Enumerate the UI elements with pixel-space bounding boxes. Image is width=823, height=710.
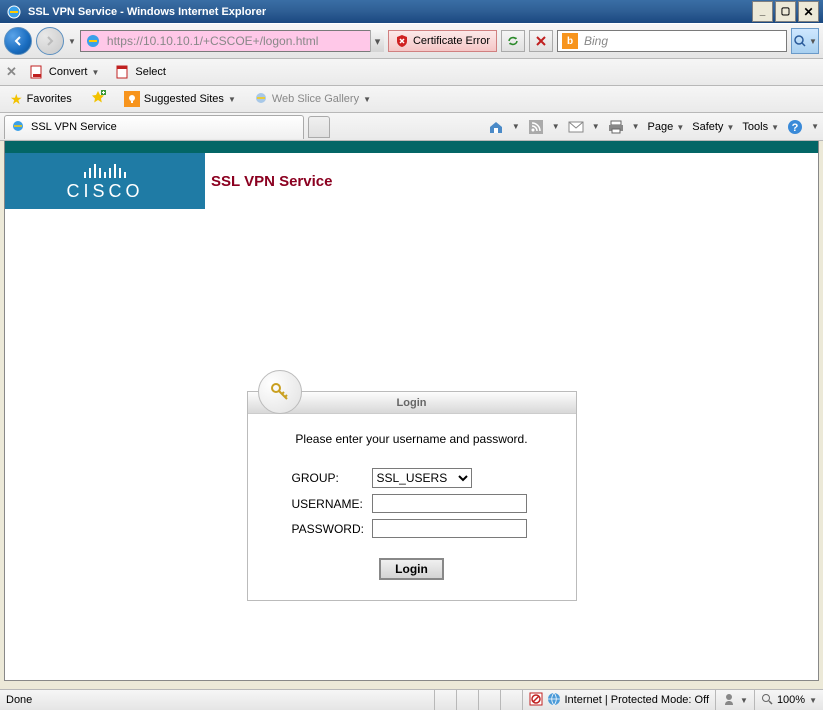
minimize-button[interactable]: _ (752, 1, 773, 22)
favorites-bar: ★ Favorites Suggested Sites ▼ Web Slice … (0, 86, 823, 113)
login-message: Please enter your username and password. (262, 432, 562, 446)
zoom-label: 100% (777, 694, 805, 706)
pdf-select-icon (115, 64, 131, 80)
zoom-segment[interactable]: 100% ▼ (754, 690, 823, 710)
cisco-wordmark: CISCO (66, 181, 143, 202)
status-segment (434, 690, 456, 710)
add-star-icon (90, 90, 106, 109)
site-icon (85, 33, 101, 49)
address-bar: ▾ (80, 30, 384, 52)
mail-icon[interactable] (568, 119, 584, 135)
zone-label: Internet | Protected Mode: Off (565, 694, 710, 706)
address-dropdown[interactable]: ▾ (370, 30, 384, 52)
web-slice-button[interactable]: Web Slice Gallery ▼ (250, 89, 375, 110)
status-bar: Done Internet | Protected Mode: Off ▼ 10… (0, 689, 823, 710)
page-header: CISCO SSL VPN Service (5, 153, 818, 209)
stop-button[interactable] (529, 30, 553, 52)
tab-bar: SSL VPN Service ▼ ▼ ▼ ▼ Page ▼ Safety ▼ … (0, 113, 823, 141)
safety-menu[interactable]: Safety ▼ (692, 121, 734, 133)
command-bar: ▼ ▼ ▼ ▼ Page ▼ Safety ▼ Tools ▼ ? ▼ (488, 119, 819, 135)
page-content: CISCO SSL VPN Service Login Please enter… (4, 141, 819, 681)
lightbulb-icon (124, 91, 140, 107)
zone-segment[interactable]: Internet | Protected Mode: Off (522, 690, 716, 710)
login-button[interactable]: Login (379, 558, 444, 580)
search-button[interactable]: ▼ (791, 28, 819, 54)
shield-icon (395, 34, 409, 48)
browser-tab[interactable]: SSL VPN Service (4, 115, 304, 139)
ie-icon (6, 4, 22, 20)
maximize-button[interactable]: ▢ (775, 1, 796, 22)
forward-button[interactable] (36, 27, 64, 55)
status-text: Done (0, 694, 434, 706)
star-icon: ★ (10, 91, 23, 108)
feeds-dropdown[interactable]: ▼ (552, 122, 560, 131)
feeds-icon[interactable] (528, 119, 544, 135)
refresh-button[interactable] (501, 30, 525, 52)
web-slice-label: Web Slice Gallery (272, 93, 359, 105)
keys-icon (258, 370, 302, 414)
globe-icon (547, 692, 561, 709)
help-dropdown[interactable]: ▼ (811, 122, 819, 131)
group-label: GROUP: (292, 471, 372, 485)
tab-site-icon (11, 119, 25, 136)
favorites-button[interactable]: ★ Favorites (6, 89, 76, 110)
privacy-segment[interactable]: ▼ (715, 690, 754, 710)
status-segment (456, 690, 478, 710)
status-segment (500, 690, 522, 710)
bing-icon: b (562, 33, 578, 49)
pdf-convert-icon (29, 64, 45, 80)
nav-history-dropdown[interactable]: ▼ (68, 37, 76, 46)
login-panel: Login Please enter your username and pas… (247, 391, 577, 601)
window-title: SSL VPN Service - Windows Internet Explo… (26, 6, 752, 18)
url-input[interactable] (105, 31, 370, 51)
mail-dropdown[interactable]: ▼ (592, 122, 600, 131)
ie-small-icon (254, 91, 268, 108)
username-input[interactable] (372, 494, 527, 513)
print-icon[interactable] (608, 119, 624, 135)
certificate-error-label: Certificate Error (413, 35, 490, 47)
close-button[interactable]: ✕ (798, 1, 819, 22)
home-dropdown[interactable]: ▼ (512, 122, 520, 131)
search-input[interactable] (582, 34, 786, 48)
convert-label: Convert (49, 66, 88, 78)
select-button[interactable]: Select (111, 62, 170, 82)
tools-menu[interactable]: Tools ▼ (742, 121, 779, 133)
search-bar: b (557, 30, 787, 52)
favorites-label: Favorites (27, 93, 72, 105)
tab-label: SSL VPN Service (31, 121, 117, 133)
password-input[interactable] (372, 519, 527, 538)
convert-button[interactable]: Convert ▼ (25, 62, 103, 82)
back-button[interactable] (4, 27, 32, 55)
svg-text:?: ? (792, 122, 799, 134)
certificate-error-button[interactable]: Certificate Error (388, 30, 497, 52)
username-label: USERNAME: (292, 497, 372, 511)
blocked-icon (529, 692, 543, 709)
service-title: SSL VPN Service (211, 173, 332, 190)
suggested-sites-button[interactable]: Suggested Sites ▼ (120, 89, 240, 109)
password-label: PASSWORD: (292, 522, 372, 536)
page-menu[interactable]: Page ▼ (648, 121, 685, 133)
suggested-sites-label: Suggested Sites (144, 93, 224, 105)
home-icon[interactable] (488, 119, 504, 135)
login-body: Please enter your username and password.… (248, 414, 576, 600)
status-segment (478, 690, 500, 710)
privacy-icon (722, 692, 736, 709)
accent-bar (5, 141, 818, 153)
toolbar-close-button[interactable]: ✕ (6, 64, 17, 80)
help-icon[interactable]: ? (787, 119, 803, 135)
cisco-bars-icon (84, 160, 126, 178)
group-select[interactable]: SSL_USERS (372, 468, 472, 488)
cisco-logo: CISCO (5, 153, 205, 209)
window-controls: _ ▢ ✕ (752, 1, 819, 22)
print-dropdown[interactable]: ▼ (632, 122, 640, 131)
title-bar: SSL VPN Service - Windows Internet Explo… (0, 0, 823, 23)
new-tab-button[interactable] (308, 116, 330, 138)
zoom-icon (761, 693, 773, 708)
pdf-toolbar: ✕ Convert ▼ Select (0, 59, 823, 86)
add-favorites-button[interactable] (86, 88, 110, 111)
navigation-bar: ▼ ▾ Certificate Error b ▼ (0, 23, 823, 59)
select-label: Select (135, 66, 166, 78)
